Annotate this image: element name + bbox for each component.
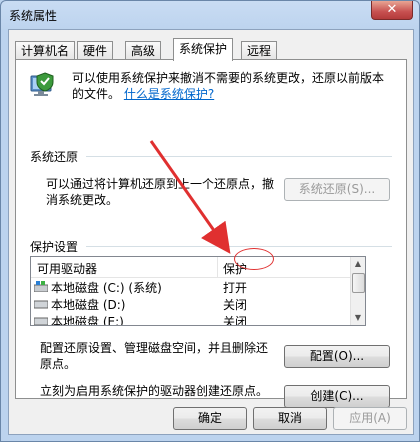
system-restore-description: 可以通过将计算机还原到上一个还原点，撤消系统更改。 bbox=[46, 177, 275, 207]
close-button[interactable]: ✕ bbox=[371, 1, 413, 20]
intro-text: 可以使用系统保护来撤消不需要的系统更改，还原以前版本的文件。 什么是系统保护? bbox=[72, 70, 392, 102]
column-header-drive[interactable]: 可用驱动器 bbox=[37, 260, 97, 277]
list-header: 可用驱动器 保护 bbox=[31, 257, 351, 278]
tab-computer-name[interactable]: 计算机名 bbox=[15, 41, 76, 60]
create-button[interactable]: 创建(C)... bbox=[284, 385, 390, 408]
tab-hardware[interactable]: 硬件 bbox=[77, 41, 114, 60]
scroll-thumb[interactable] bbox=[352, 273, 365, 293]
tab-remote[interactable]: 远程 bbox=[241, 41, 278, 60]
configure-description: 配置还原设置、管理磁盘空间，并且删除还原点。 bbox=[40, 341, 269, 371]
protection-settings-heading: 保护设置 bbox=[30, 240, 79, 254]
protection-status: 关闭 bbox=[223, 315, 248, 326]
drive-list[interactable]: 可用驱动器 保护 本地磁盘 (C:) (系统) 打开 本地磁盘 (D:) 关闭 … bbox=[30, 256, 366, 326]
system-protection-icon bbox=[30, 72, 54, 96]
configure-button[interactable]: 配置(O)... bbox=[284, 345, 390, 368]
ok-button[interactable]: 确定 bbox=[173, 407, 247, 430]
drive-icon bbox=[34, 317, 48, 325]
protection-status: 关闭 bbox=[223, 298, 248, 312]
system-properties-window: 系统属性 ✕ 计算机名 硬件 高级 系统保护 远程 可以使用系统保护来撤消不需要… bbox=[0, 0, 420, 442]
what-is-system-protection-link[interactable]: 什么是系统保护? bbox=[124, 87, 214, 101]
intro-description: 可以使用系统保护来撤消不需要的系统更改，还原以前版本的文件。 bbox=[72, 71, 385, 101]
scroll-down-arrow-icon[interactable]: ▼ bbox=[351, 311, 365, 325]
drive-icon bbox=[34, 300, 48, 309]
drive-row-d[interactable]: 本地磁盘 (D:) 关闭 bbox=[31, 295, 351, 313]
cancel-button[interactable]: 取消 bbox=[253, 407, 327, 430]
system-restore-heading: 系统还原 bbox=[30, 150, 79, 164]
system-restore-button[interactable]: 系统还原(S)... bbox=[284, 178, 390, 201]
tab-system-protection[interactable]: 系统保护 bbox=[173, 38, 234, 61]
column-separator bbox=[217, 257, 218, 277]
divider bbox=[86, 246, 392, 247]
protection-status: 打开 bbox=[223, 281, 248, 295]
system-drive-icon bbox=[34, 281, 48, 292]
window-title: 系统属性 bbox=[9, 9, 58, 23]
title-bar[interactable]: 系统属性 ✕ bbox=[1, 1, 419, 29]
apply-button[interactable]: 应用(A) bbox=[333, 407, 407, 430]
annotation-circle bbox=[234, 248, 274, 270]
drive-row-c[interactable]: 本地磁盘 (C:) (系统) 打开 bbox=[31, 278, 351, 296]
dialog-client: 计算机名 硬件 高级 系统保护 远程 可以使用系统保护来撤消不需要的系统更改，还… bbox=[8, 29, 414, 435]
scroll-up-arrow-icon[interactable]: ▲ bbox=[351, 257, 365, 271]
drive-row-e[interactable]: 本地磁盘 (E:) 关闭 bbox=[31, 312, 351, 326]
create-description: 立刻为启用系统保护的驱动器创建还原点。 bbox=[40, 384, 269, 398]
drive-name: 本地磁盘 (D:) bbox=[51, 298, 126, 312]
divider bbox=[86, 156, 392, 157]
tab-advanced[interactable]: 高级 bbox=[125, 41, 162, 60]
system-protection-panel: 可以使用系统保护来撤消不需要的系统更改，还原以前版本的文件。 什么是系统保护? … bbox=[15, 59, 407, 408]
list-scrollbar[interactable]: ▲ ▼ bbox=[350, 257, 365, 325]
drive-name: 本地磁盘 (E:) bbox=[51, 315, 124, 326]
drive-name: 本地磁盘 (C:) (系统) bbox=[51, 281, 162, 295]
